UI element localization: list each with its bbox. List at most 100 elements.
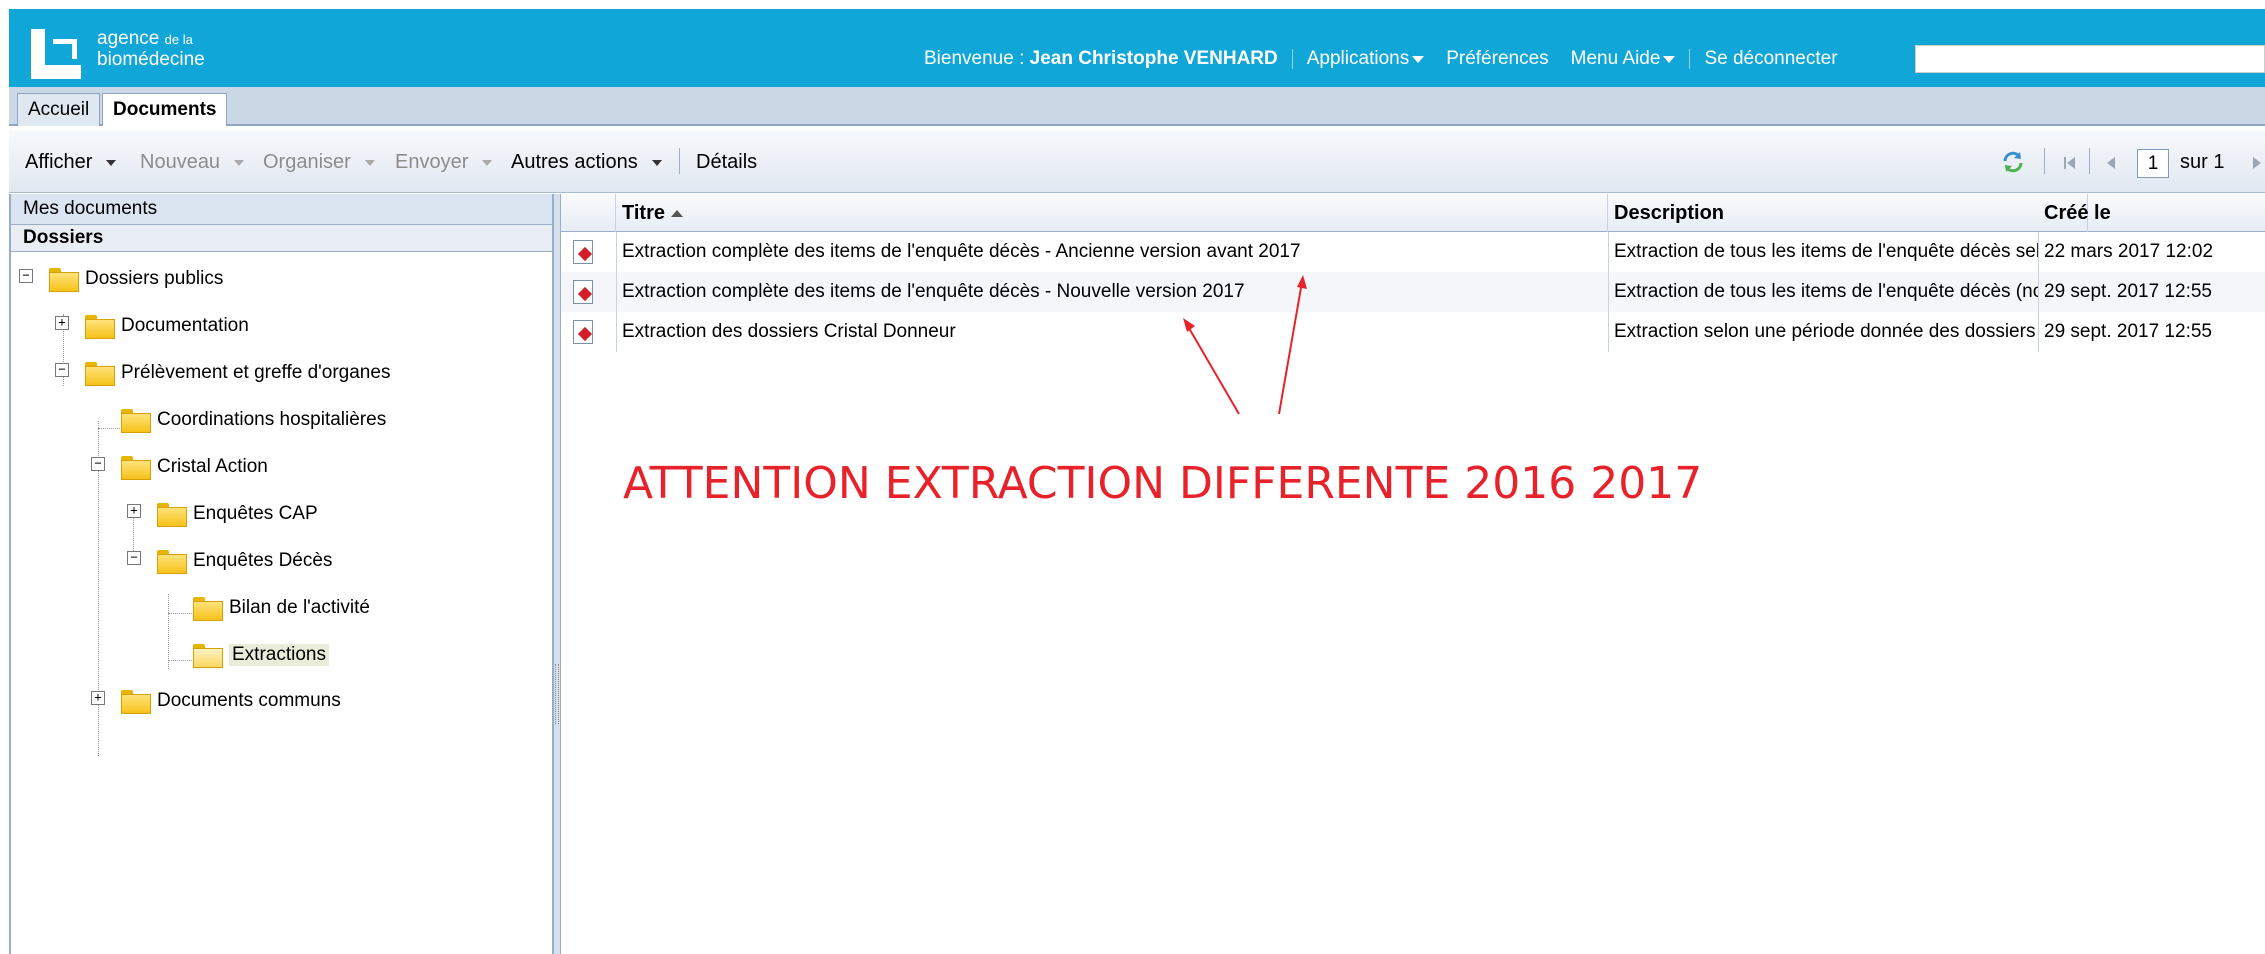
- expand-icon[interactable]: +: [55, 316, 69, 330]
- chevron-down-icon: [106, 159, 117, 166]
- tree-node-coordinations[interactable]: Coordinations hospitalières: [121, 404, 386, 436]
- logout-link[interactable]: Se déconnecter: [1704, 48, 1837, 70]
- previous-page-icon[interactable]: [2104, 155, 2118, 171]
- annotation-text: ATTENTION EXTRACTION DIFFERENTE 2016 201…: [623, 458, 1703, 509]
- table-row[interactable]: Extraction des dossiers Cristal Donneur …: [561, 312, 2265, 352]
- tree-node-bilan-activite[interactable]: Bilan de l'activité: [193, 592, 370, 624]
- organiser-label: Organiser: [263, 151, 351, 173]
- tree-node-documentation[interactable]: Documentation: [85, 310, 249, 342]
- tab-documents[interactable]: Documents: [102, 93, 228, 126]
- collapse-icon[interactable]: −: [19, 269, 33, 283]
- page-number-input[interactable]: 1: [2137, 149, 2169, 178]
- cell-description: Extraction de tous les items de l'enquêt…: [1614, 241, 2038, 262]
- toolbar-separator: [2044, 148, 2045, 174]
- collapse-icon[interactable]: −: [55, 363, 69, 377]
- column-header-titre[interactable]: Titre: [616, 194, 1608, 232]
- table-row[interactable]: Extraction complète des items de l'enquê…: [561, 232, 2265, 272]
- grid-header: Titre Description Créé le: [561, 194, 2265, 232]
- chevron-down-icon: [482, 159, 493, 166]
- column-header-label: Titre: [622, 202, 665, 224]
- expand-icon[interactable]: +: [91, 691, 105, 705]
- tree-node-label: Cristal Action: [157, 456, 268, 477]
- help-menu[interactable]: Menu Aide: [1571, 48, 1676, 70]
- applications-menu[interactable]: Applications: [1306, 48, 1425, 70]
- panel-title: Mes documents: [11, 194, 552, 225]
- cell-title[interactable]: Extraction complète des items de l'enquê…: [616, 272, 1608, 312]
- documents-grid: Titre Description Créé le Extraction com…: [560, 194, 2265, 954]
- nav-separator: [1291, 49, 1293, 69]
- folder-icon: [157, 503, 187, 527]
- top-navigation: Bienvenue : Jean Christophe VENHARD Appl…: [924, 44, 1838, 74]
- first-page-icon[interactable]: [2062, 155, 2078, 171]
- folder-icon: [193, 597, 223, 621]
- autres-actions-menu[interactable]: Autres actions: [511, 151, 662, 174]
- preferences-link[interactable]: Préférences: [1446, 48, 1548, 70]
- tab-bar: Accueil Documents: [9, 87, 2265, 126]
- sort-ascending-icon: [670, 210, 683, 218]
- panel-subtitle: Dossiers: [11, 225, 552, 252]
- envoyer-menu[interactable]: Envoyer: [395, 151, 493, 174]
- table-row[interactable]: Extraction complète des items de l'enquê…: [561, 272, 2265, 312]
- collapse-icon[interactable]: −: [91, 457, 105, 471]
- folder-icon: [85, 315, 115, 339]
- user-name: Jean Christophe VENHARD: [1029, 48, 1278, 69]
- column-header-description[interactable]: Description: [1608, 194, 2088, 232]
- afficher-menu[interactable]: Afficher: [25, 151, 117, 174]
- document-icon: [573, 280, 593, 304]
- cell-description: Extraction selon une période donnée des …: [1614, 321, 2038, 342]
- refresh-icon[interactable]: [2001, 150, 2025, 174]
- tree-node-label: Enquêtes CAP: [193, 503, 318, 524]
- nouveau-label: Nouveau: [140, 151, 221, 173]
- tree-node-label: Extractions: [229, 644, 329, 666]
- tree-node-label: Coordinations hospitalières: [157, 409, 387, 430]
- folder-icon: [121, 690, 151, 714]
- chevron-down-icon: [1663, 55, 1676, 63]
- logo-line2: biomédecine: [97, 49, 205, 70]
- folder-panel: Mes documents Dossiers − Dossiers public…: [9, 194, 554, 954]
- tree-node-label: Bilan de l'activité: [229, 597, 370, 618]
- envoyer-label: Envoyer: [395, 151, 469, 173]
- folder-icon: [49, 268, 79, 292]
- column-header-icon: [561, 194, 616, 232]
- toolbar-separator: [2089, 148, 2090, 174]
- tree-node-dossiers-publics[interactable]: Dossiers publics: [49, 263, 223, 295]
- autres-actions-label: Autres actions: [511, 151, 638, 173]
- applications-label: Applications: [1306, 48, 1410, 69]
- tree-node-documents-communs[interactable]: Documents communs: [121, 685, 341, 717]
- nouveau-menu[interactable]: Nouveau: [140, 151, 245, 174]
- tree-node-prelevement[interactable]: Prélèvement et greffe d'organes: [85, 357, 390, 389]
- chevron-down-icon: [364, 159, 375, 166]
- tree-node-label: Enquêtes Décès: [193, 550, 333, 571]
- tree-node-extractions[interactable]: Extractions: [193, 639, 329, 671]
- document-icon: [573, 240, 593, 264]
- tree-node-enquetes-cap[interactable]: Enquêtes CAP: [157, 498, 318, 530]
- cell-description: Extraction de tous les items de l'enquêt…: [1614, 281, 2038, 302]
- cell-created: 29 sept. 2017 12:55: [2044, 321, 2212, 342]
- expand-icon[interactable]: +: [127, 504, 141, 518]
- next-page-icon[interactable]: [2250, 155, 2264, 171]
- search-input[interactable]: [1915, 45, 2265, 73]
- collapse-icon[interactable]: −: [127, 551, 141, 565]
- cell-title[interactable]: Extraction complète des items de l'enquê…: [616, 232, 1608, 272]
- organiser-menu[interactable]: Organiser: [263, 151, 375, 174]
- toolbar-separator: [679, 148, 680, 174]
- chevron-down-icon: [1412, 55, 1425, 63]
- tab-accueil[interactable]: Accueil: [17, 93, 101, 126]
- tree-node-label: Documentation: [121, 315, 249, 336]
- welcome-prefix: Bienvenue :: [924, 48, 1025, 69]
- tree-node-label: Prélèvement et greffe d'organes: [121, 362, 391, 383]
- details-button[interactable]: Détails: [696, 151, 757, 174]
- tree-node-cristal-action[interactable]: Cristal Action: [121, 451, 268, 483]
- logo-line1-small: de la: [164, 32, 193, 47]
- cell-title[interactable]: Extraction des dossiers Cristal Donneur: [616, 312, 1608, 352]
- help-label: Menu Aide: [1570, 48, 1661, 69]
- page-count-label: sur 1: [2180, 151, 2225, 173]
- cell-created: 29 sept. 2017 12:55: [2044, 281, 2212, 302]
- welcome-text: Bienvenue : Jean Christophe VENHARD: [924, 48, 1278, 70]
- agence-biomedecine-logo[interactable]: agence de la biomédecine: [31, 29, 221, 79]
- tree-node-enquetes-deces[interactable]: Enquêtes Décès: [157, 545, 332, 577]
- document-icon: [573, 320, 593, 344]
- column-header-cree-le[interactable]: Créé le: [2038, 194, 2265, 232]
- logo-mark-icon: [31, 29, 91, 79]
- open-folder-icon: [193, 644, 223, 668]
